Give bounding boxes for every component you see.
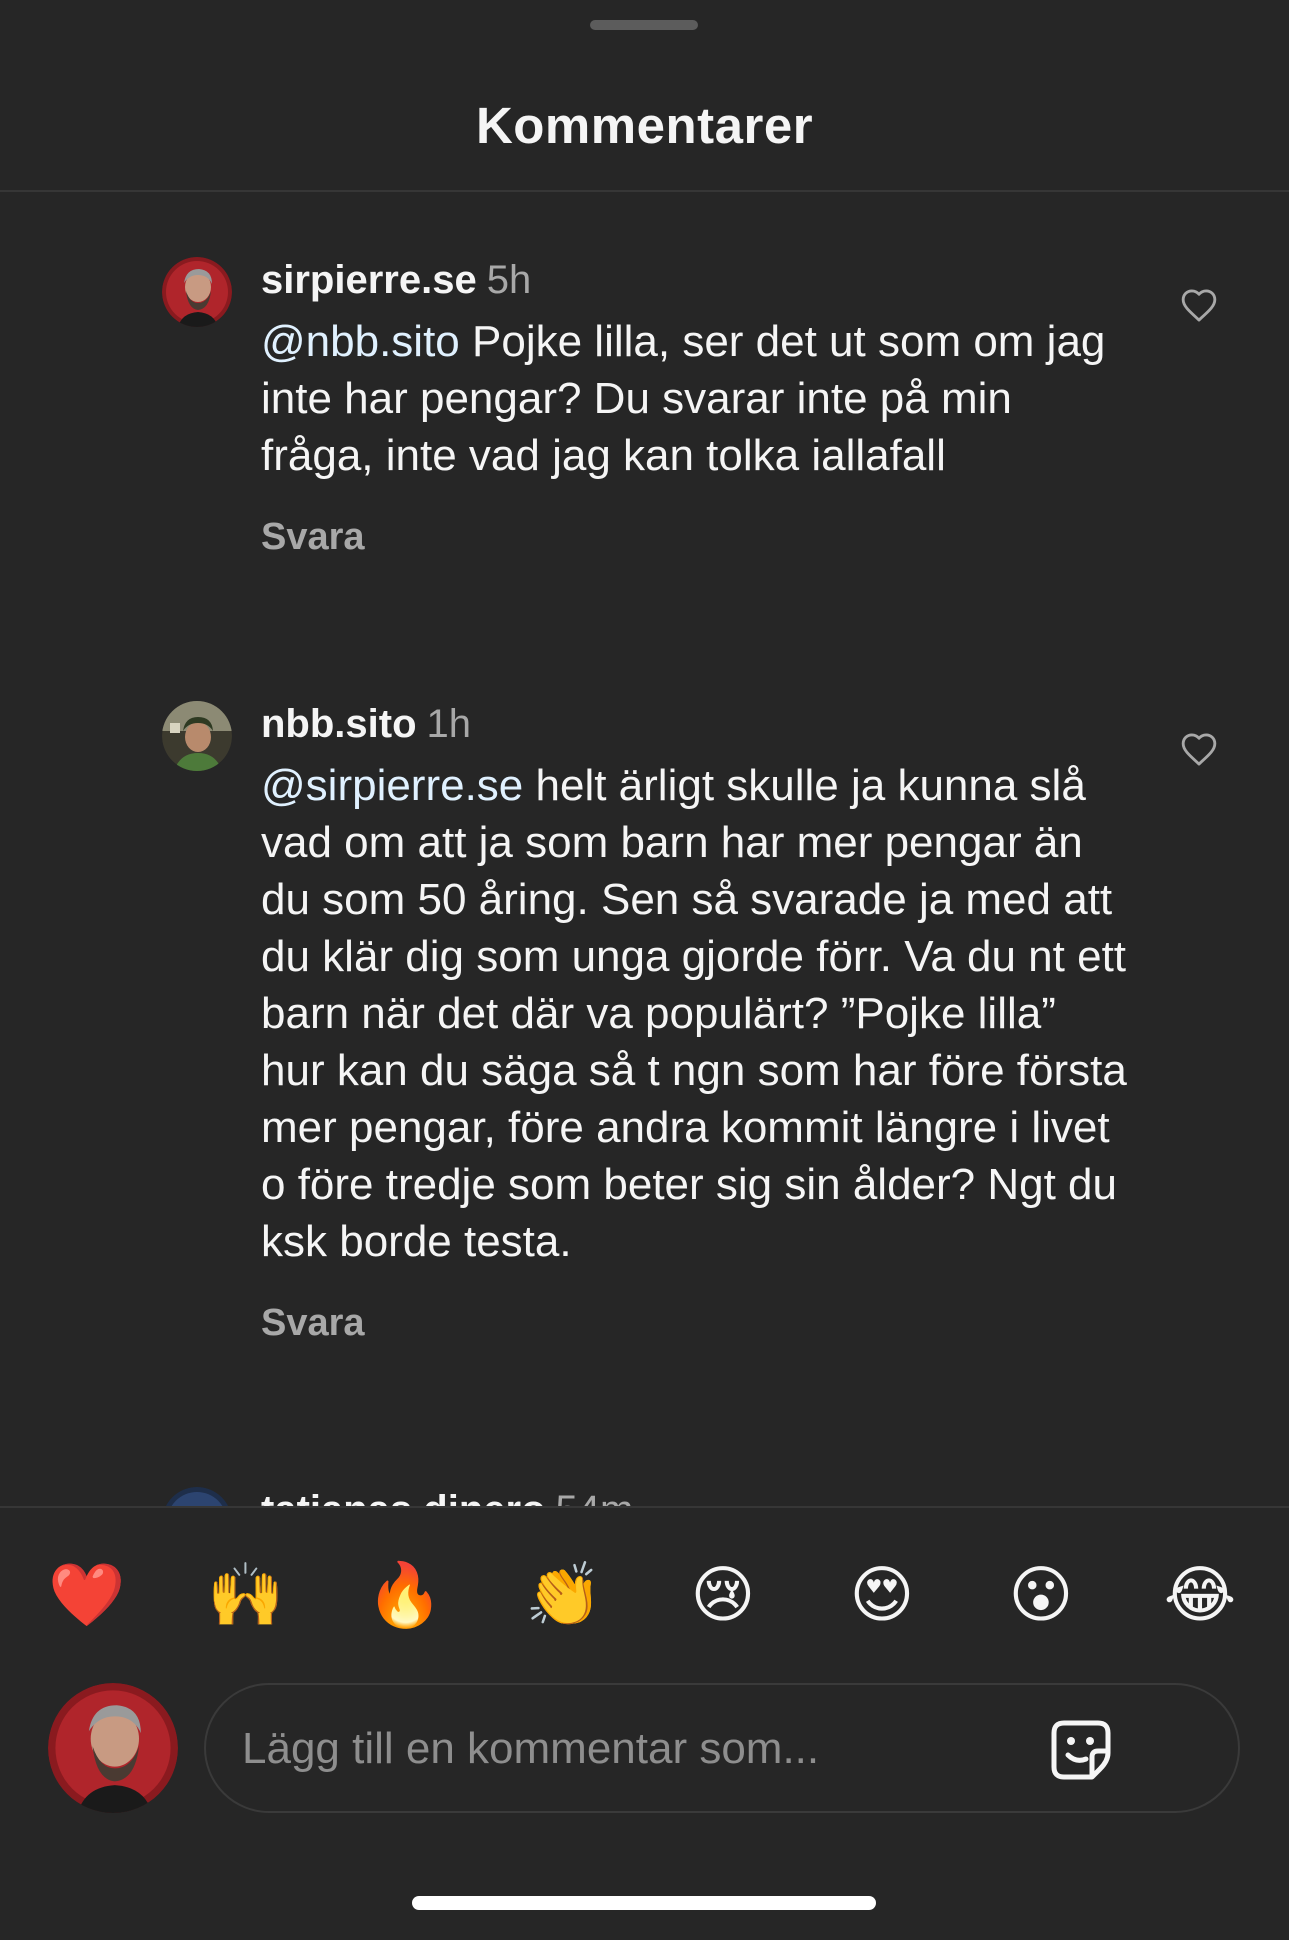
composer-divider [0, 1506, 1289, 1508]
sticker-icon [1051, 1720, 1111, 1780]
comment-username[interactable]: tatianas.dinero [261, 1488, 546, 1507]
comment-body: tatianas.dinero 54m [261, 1487, 1131, 1507]
comment-mention[interactable]: @sirpierre.se [261, 761, 523, 810]
comment-time: 5h [486, 258, 532, 302]
avatar[interactable] [162, 257, 232, 327]
comment-username[interactable]: nbb.sito [261, 702, 417, 746]
emoji-fire-button[interactable]: 🔥 [365, 1555, 445, 1635]
emoji-laughing-button[interactable]: 😂 [1160, 1555, 1240, 1635]
emoji-surprised-button[interactable]: 😮 [1001, 1555, 1081, 1635]
sticker-button[interactable] [1046, 1715, 1116, 1785]
comments-sheet: Kommentarer sirpierre.se 5h @nbb.sito Poj… [0, 0, 1289, 1940]
comment-input[interactable] [242, 1721, 1002, 1777]
comment-body: sirpierre.se 5h @nbb.sito Pojke lilla, se… [261, 257, 1131, 560]
page-title: Kommentarer [475, 97, 814, 154]
avatar[interactable] [162, 701, 232, 771]
comment-username[interactable]: sirpierre.se [261, 258, 477, 302]
emoji-quick-reactions: ❤️ 🙌 🔥 👏 😢 😍 😮 😂 [0, 1555, 1289, 1635]
composer-avatar [48, 1683, 178, 1813]
like-button[interactable] [1180, 287, 1218, 323]
emoji-raising-hands-button[interactable]: 🙌 [206, 1555, 286, 1635]
comment-list[interactable]: sirpierre.se 5h @nbb.sito Pojke lilla, se… [0, 192, 1289, 1507]
emoji-heart-eyes-button[interactable]: 😍 [842, 1555, 922, 1635]
heart-outline-icon [1181, 733, 1217, 766]
comment-body: nbb.sito 1h @sirpierre.se helt ärligt sku… [261, 701, 1131, 1346]
home-indicator [412, 1896, 876, 1910]
emoji-heart-button[interactable]: ❤️ [47, 1555, 127, 1635]
emoji-crying-button[interactable]: 😢 [683, 1555, 763, 1635]
comment-mention[interactable]: @nbb.sito [261, 317, 460, 366]
like-button[interactable] [1180, 731, 1218, 767]
reply-button[interactable]: Svara [261, 514, 1131, 560]
comment-text: @sirpierre.se helt ärligt skulle ja kunn… [261, 757, 1131, 1270]
comment-time: 1h [426, 702, 472, 746]
sheet-grabber[interactable] [590, 20, 698, 30]
comment-meta: sirpierre.se 5h [261, 257, 1131, 303]
reply-button[interactable]: Svara [261, 1300, 1131, 1346]
avatar[interactable] [162, 1487, 232, 1507]
comment-composer [204, 1683, 1240, 1813]
comment-text: @nbb.sito Pojke lilla, ser det ut som om… [261, 313, 1131, 484]
comment-meta: nbb.sito 1h [261, 701, 1131, 747]
heart-outline-icon [1181, 289, 1217, 322]
comment-meta: tatianas.dinero 54m [261, 1487, 1131, 1507]
emoji-clapping-button[interactable]: 👏 [524, 1555, 604, 1635]
comment-time: 54m [556, 1488, 634, 1507]
comment-text-content: helt ärligt skulle ja kunna slå vad om a… [261, 761, 1127, 1266]
sheet-header: Kommentarer [0, 60, 1289, 192]
